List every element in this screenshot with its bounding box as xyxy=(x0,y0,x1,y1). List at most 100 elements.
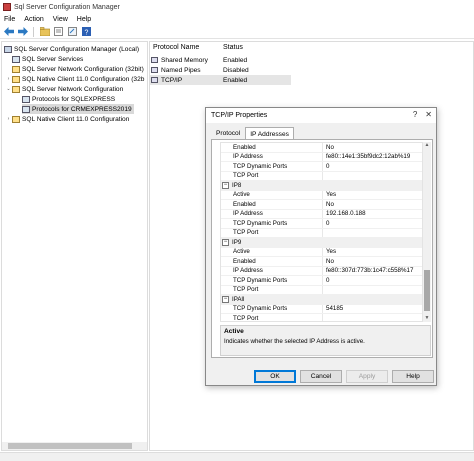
property-value[interactable]: No xyxy=(326,144,334,151)
menu-file[interactable]: File xyxy=(4,16,15,23)
tree-item-label: SQL Native Client 11.0 Configuration xyxy=(22,115,130,123)
scroll-up-arrow-icon[interactable]: ▲ xyxy=(423,142,431,149)
property-row[interactable]: Enabled No xyxy=(221,143,422,153)
property-row[interactable]: TCP Port xyxy=(221,285,422,295)
tree-item-label: SQL Server Services xyxy=(22,55,84,63)
scroll-down-arrow-icon[interactable]: ▼ xyxy=(423,315,431,322)
properties-icon[interactable] xyxy=(53,26,64,37)
property-grid: Enabled No IP Address fe80::14e1:35bf9dc2:1… xyxy=(220,142,423,322)
list-row-shared-memory[interactable]: Shared Memory Enabled xyxy=(150,55,291,65)
property-row[interactable]: TCP Dynamic Ports 0 xyxy=(221,219,422,229)
property-value[interactable]: No xyxy=(326,258,334,265)
property-row[interactable]: TCP Dynamic Ports 0 xyxy=(221,162,422,172)
menu-action[interactable]: Action xyxy=(24,16,43,23)
property-value[interactable]: 0 xyxy=(326,277,329,284)
property-grid-scrollbar[interactable]: ▲ ▼ xyxy=(423,142,431,322)
property-category[interactable]: − IP9 xyxy=(221,238,422,248)
property-row[interactable]: IP Address fe80::307d:773b:1c47:c558%17 xyxy=(221,266,422,276)
property-row[interactable]: Active Yes xyxy=(221,190,422,200)
apply-button[interactable]: Apply xyxy=(346,370,388,383)
tree-item-native-client[interactable]: › SQL Native Client 11.0 Configuration xyxy=(5,114,129,124)
collapse-box-icon[interactable]: − xyxy=(222,239,229,246)
network-config-icon xyxy=(12,65,20,73)
help-button[interactable]: Help xyxy=(392,370,434,383)
protocols-icon xyxy=(22,95,30,103)
property-row[interactable]: IP Address 192.168.0.188 xyxy=(221,209,422,219)
tree-item-services[interactable]: SQL Server Services xyxy=(12,54,83,64)
property-value[interactable]: fe80::307d:773b:1c47:c558%17 xyxy=(326,267,413,274)
column-divider xyxy=(322,190,323,199)
property-value[interactable]: fe80::14e1:35bf9dc2:12ab%19 xyxy=(326,153,410,160)
network-config-icon xyxy=(12,85,20,93)
protocol-icon xyxy=(151,77,158,83)
property-category[interactable]: − IP8 xyxy=(221,181,422,191)
back-arrow-icon[interactable] xyxy=(3,26,14,37)
column-header-status[interactable]: Status xyxy=(223,44,243,51)
scrollbar-thumb[interactable] xyxy=(8,443,132,449)
export-icon[interactable] xyxy=(67,26,78,37)
collapse-box-icon[interactable]: − xyxy=(222,182,229,189)
property-row[interactable]: IP Address fe80::14e1:35bf9dc2:12ab%19 xyxy=(221,152,422,162)
collapse-box-icon[interactable]: − xyxy=(222,296,229,303)
property-value[interactable]: Yes xyxy=(326,191,336,198)
protocol-status: Disabled xyxy=(223,66,249,74)
property-key: TCP Dynamic Ports xyxy=(233,219,288,227)
close-icon[interactable]: ✕ xyxy=(425,110,432,119)
tree-item-protocols-crmexpress[interactable]: Protocols for CRMEXPRESS2019 xyxy=(22,104,134,114)
property-row[interactable]: TCP Dynamic Ports 54185 xyxy=(221,304,422,314)
property-row[interactable]: Enabled No xyxy=(221,200,422,210)
tab-protocol[interactable]: Protocol xyxy=(211,127,245,139)
protocol-icon xyxy=(151,57,158,63)
tree-item-protocols-sqlexpress[interactable]: Protocols for SQLEXPRESS xyxy=(22,94,115,104)
property-value[interactable]: 192.168.0.188 xyxy=(326,210,366,217)
property-key: Active xyxy=(233,248,250,256)
property-key: IP Address xyxy=(233,153,263,161)
property-value[interactable]: 0 xyxy=(326,220,329,227)
property-row[interactable]: Enabled No xyxy=(221,257,422,267)
description-title: Active xyxy=(224,328,244,335)
services-icon xyxy=(12,55,20,63)
folder-up-icon[interactable] xyxy=(39,26,50,37)
property-row[interactable]: TCP Dynamic Ports 0 xyxy=(221,276,422,286)
protocol-status: Enabled xyxy=(223,56,248,64)
tree-horizontal-scrollbar[interactable] xyxy=(2,442,147,450)
property-category[interactable]: − IPAll xyxy=(221,295,422,305)
category-label: IPAll xyxy=(232,295,245,303)
property-row[interactable]: TCP Port xyxy=(221,314,422,322)
tree-item-label: SQL Server Network Configuration (32bit) xyxy=(22,65,144,73)
property-value[interactable]: No xyxy=(326,201,334,208)
navigation-tree: SQL Server Configuration Manager (Local)… xyxy=(1,41,148,451)
help-icon[interactable]: ? xyxy=(81,26,92,37)
cancel-button[interactable]: Cancel xyxy=(300,370,342,383)
tree-item-network-32bit[interactable]: SQL Server Network Configuration (32bit) xyxy=(12,64,144,74)
scrollbar-thumb[interactable] xyxy=(424,270,430,311)
forward-arrow-icon[interactable] xyxy=(17,26,28,37)
client-config-icon xyxy=(12,115,20,123)
property-row[interactable]: Active Yes xyxy=(221,247,422,257)
tree-item-native-client-32bit[interactable]: › SQL Native Client 11.0 Configuration (… xyxy=(5,74,144,84)
expand-chevron-icon[interactable]: › xyxy=(5,76,12,82)
menu-view[interactable]: View xyxy=(53,16,68,23)
protocol-status: Enabled xyxy=(223,76,248,84)
help-question-icon[interactable]: ? xyxy=(413,110,417,119)
collapse-chevron-icon[interactable]: ⌄ xyxy=(5,86,12,92)
property-row[interactable]: TCP Port xyxy=(221,171,422,181)
client-config-icon xyxy=(12,75,20,83)
column-divider xyxy=(322,257,323,266)
list-row-tcpip[interactable]: TCP/IP Enabled xyxy=(150,75,291,85)
property-value[interactable]: 0 xyxy=(326,163,329,170)
property-value[interactable]: 54185 xyxy=(326,305,343,312)
list-row-named-pipes[interactable]: Named Pipes Disabled xyxy=(150,65,291,75)
menu-help[interactable]: Help xyxy=(77,16,91,23)
property-value[interactable]: Yes xyxy=(326,248,336,255)
property-key: TCP Port xyxy=(233,314,259,322)
protocol-name: Shared Memory xyxy=(161,56,208,64)
tree-item-network[interactable]: ⌄ SQL Server Network Configuration xyxy=(5,84,123,94)
ok-button[interactable]: OK xyxy=(254,370,296,383)
property-row[interactable]: TCP Port xyxy=(221,228,422,238)
expand-chevron-icon[interactable]: › xyxy=(5,116,12,122)
list-header: Protocol Name Status xyxy=(150,42,473,53)
column-divider xyxy=(322,266,323,275)
column-header-protocol-name[interactable]: Protocol Name xyxy=(153,44,199,51)
tree-item-root[interactable]: SQL Server Configuration Manager (Local) xyxy=(4,44,139,54)
